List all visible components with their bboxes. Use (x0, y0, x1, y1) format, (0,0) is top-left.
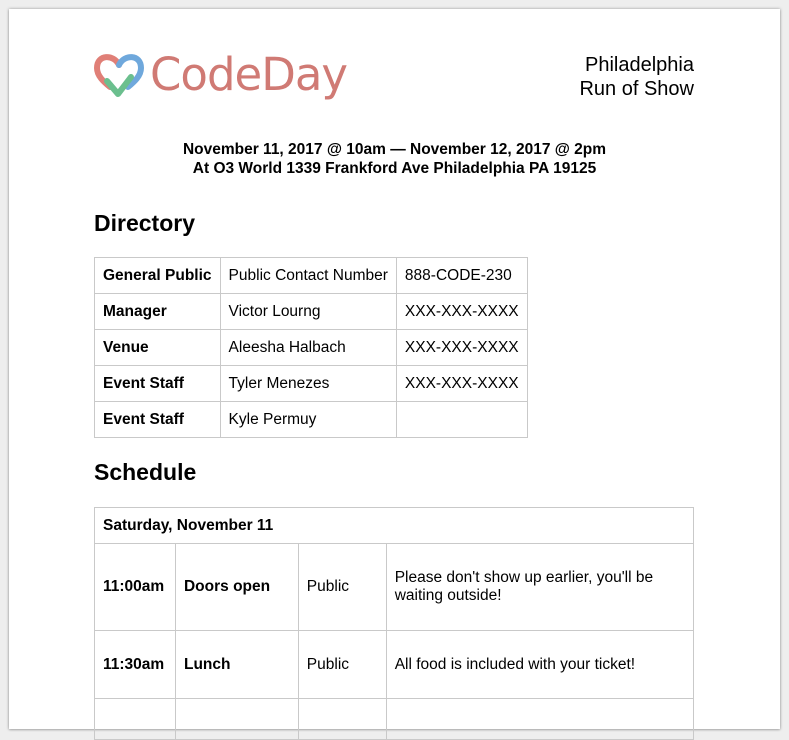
directory-phone: XXX-XXX-XXXX (395, 365, 528, 402)
schedule-event: Doors open (174, 543, 299, 631)
schedule-audience: Public (297, 543, 387, 631)
schedule-notes (385, 698, 695, 740)
heart-check-icon (94, 54, 144, 97)
schedule-day: Saturday, November 11 (94, 507, 694, 544)
directory-role: Event Staff (94, 401, 221, 438)
table-row: Manager Victor Lourng XXX-XXX-XXXX (94, 293, 528, 330)
directory-name: Tyler Menezes (219, 365, 397, 402)
schedule-notes: All food is included with your ticket! (385, 630, 695, 699)
schedule-audience (297, 698, 387, 740)
directory-name: Victor Lourng (219, 293, 397, 330)
document-page: CodeDay Philadelphia Run of Show Novembe… (9, 9, 780, 740)
table-row: Event Staff Tyler Menezes XXX-XXX-XXXX (94, 365, 528, 402)
directory-heading: Directory (94, 210, 195, 236)
table-row: General Public Public Contact Number 888… (94, 257, 528, 294)
table-row: Event Staff Kyle Permuy (94, 401, 528, 438)
directory-phone: 888-CODE-230 (395, 257, 528, 294)
schedule-time: 11:00am (94, 543, 176, 631)
directory-role: General Public (94, 257, 221, 294)
directory-role: Venue (94, 329, 221, 366)
schedule-event (174, 698, 299, 740)
table-row: Venue Aleesha Halbach XXX-XXX-XXXX (94, 329, 528, 366)
event-location: At O3 World 1339 Frankford Ave Philadelp… (192, 160, 597, 177)
directory-role: Manager (94, 293, 221, 330)
schedule-notes: Please don't show up earlier, you'll be … (385, 543, 695, 631)
directory-phone: XXX-XXX-XXXX (395, 329, 528, 366)
city-name: Philadelphia (585, 54, 694, 76)
directory-phone (395, 401, 528, 438)
schedule-day-row: Saturday, November 11 (94, 507, 694, 544)
logo-text: CodeDay (150, 48, 348, 101)
event-info: November 11, 2017 @ 10am — November 12, … (9, 140, 780, 178)
codeday-logo: CodeDay (94, 48, 348, 101)
directory-name: Aleesha Halbach (219, 329, 397, 366)
table-row (94, 698, 695, 740)
schedule-audience: Public (297, 630, 387, 699)
directory-table: General Public Public Contact Number 888… (94, 257, 528, 438)
schedule-time (94, 698, 176, 740)
directory-name: Public Contact Number (219, 257, 397, 294)
schedule-heading: Schedule (94, 459, 197, 485)
event-dates: November 11, 2017 @ 10am — November 12, … (182, 141, 607, 158)
table-row: 11:00am Doors open Public Please don't s… (94, 543, 695, 631)
schedule-event: Lunch (174, 630, 299, 699)
schedule-table: Saturday, November 11 11:00am Doors open… (94, 507, 695, 740)
directory-phone: XXX-XXX-XXXX (395, 293, 528, 330)
directory-name: Kyle Permuy (219, 401, 397, 438)
schedule-time: 11:30am (94, 630, 176, 699)
document-type: Run of Show (579, 78, 694, 100)
document-header-right: Philadelphia Run of Show (579, 53, 694, 101)
table-row: 11:30am Lunch Public All food is include… (94, 630, 695, 699)
directory-role: Event Staff (94, 365, 221, 402)
